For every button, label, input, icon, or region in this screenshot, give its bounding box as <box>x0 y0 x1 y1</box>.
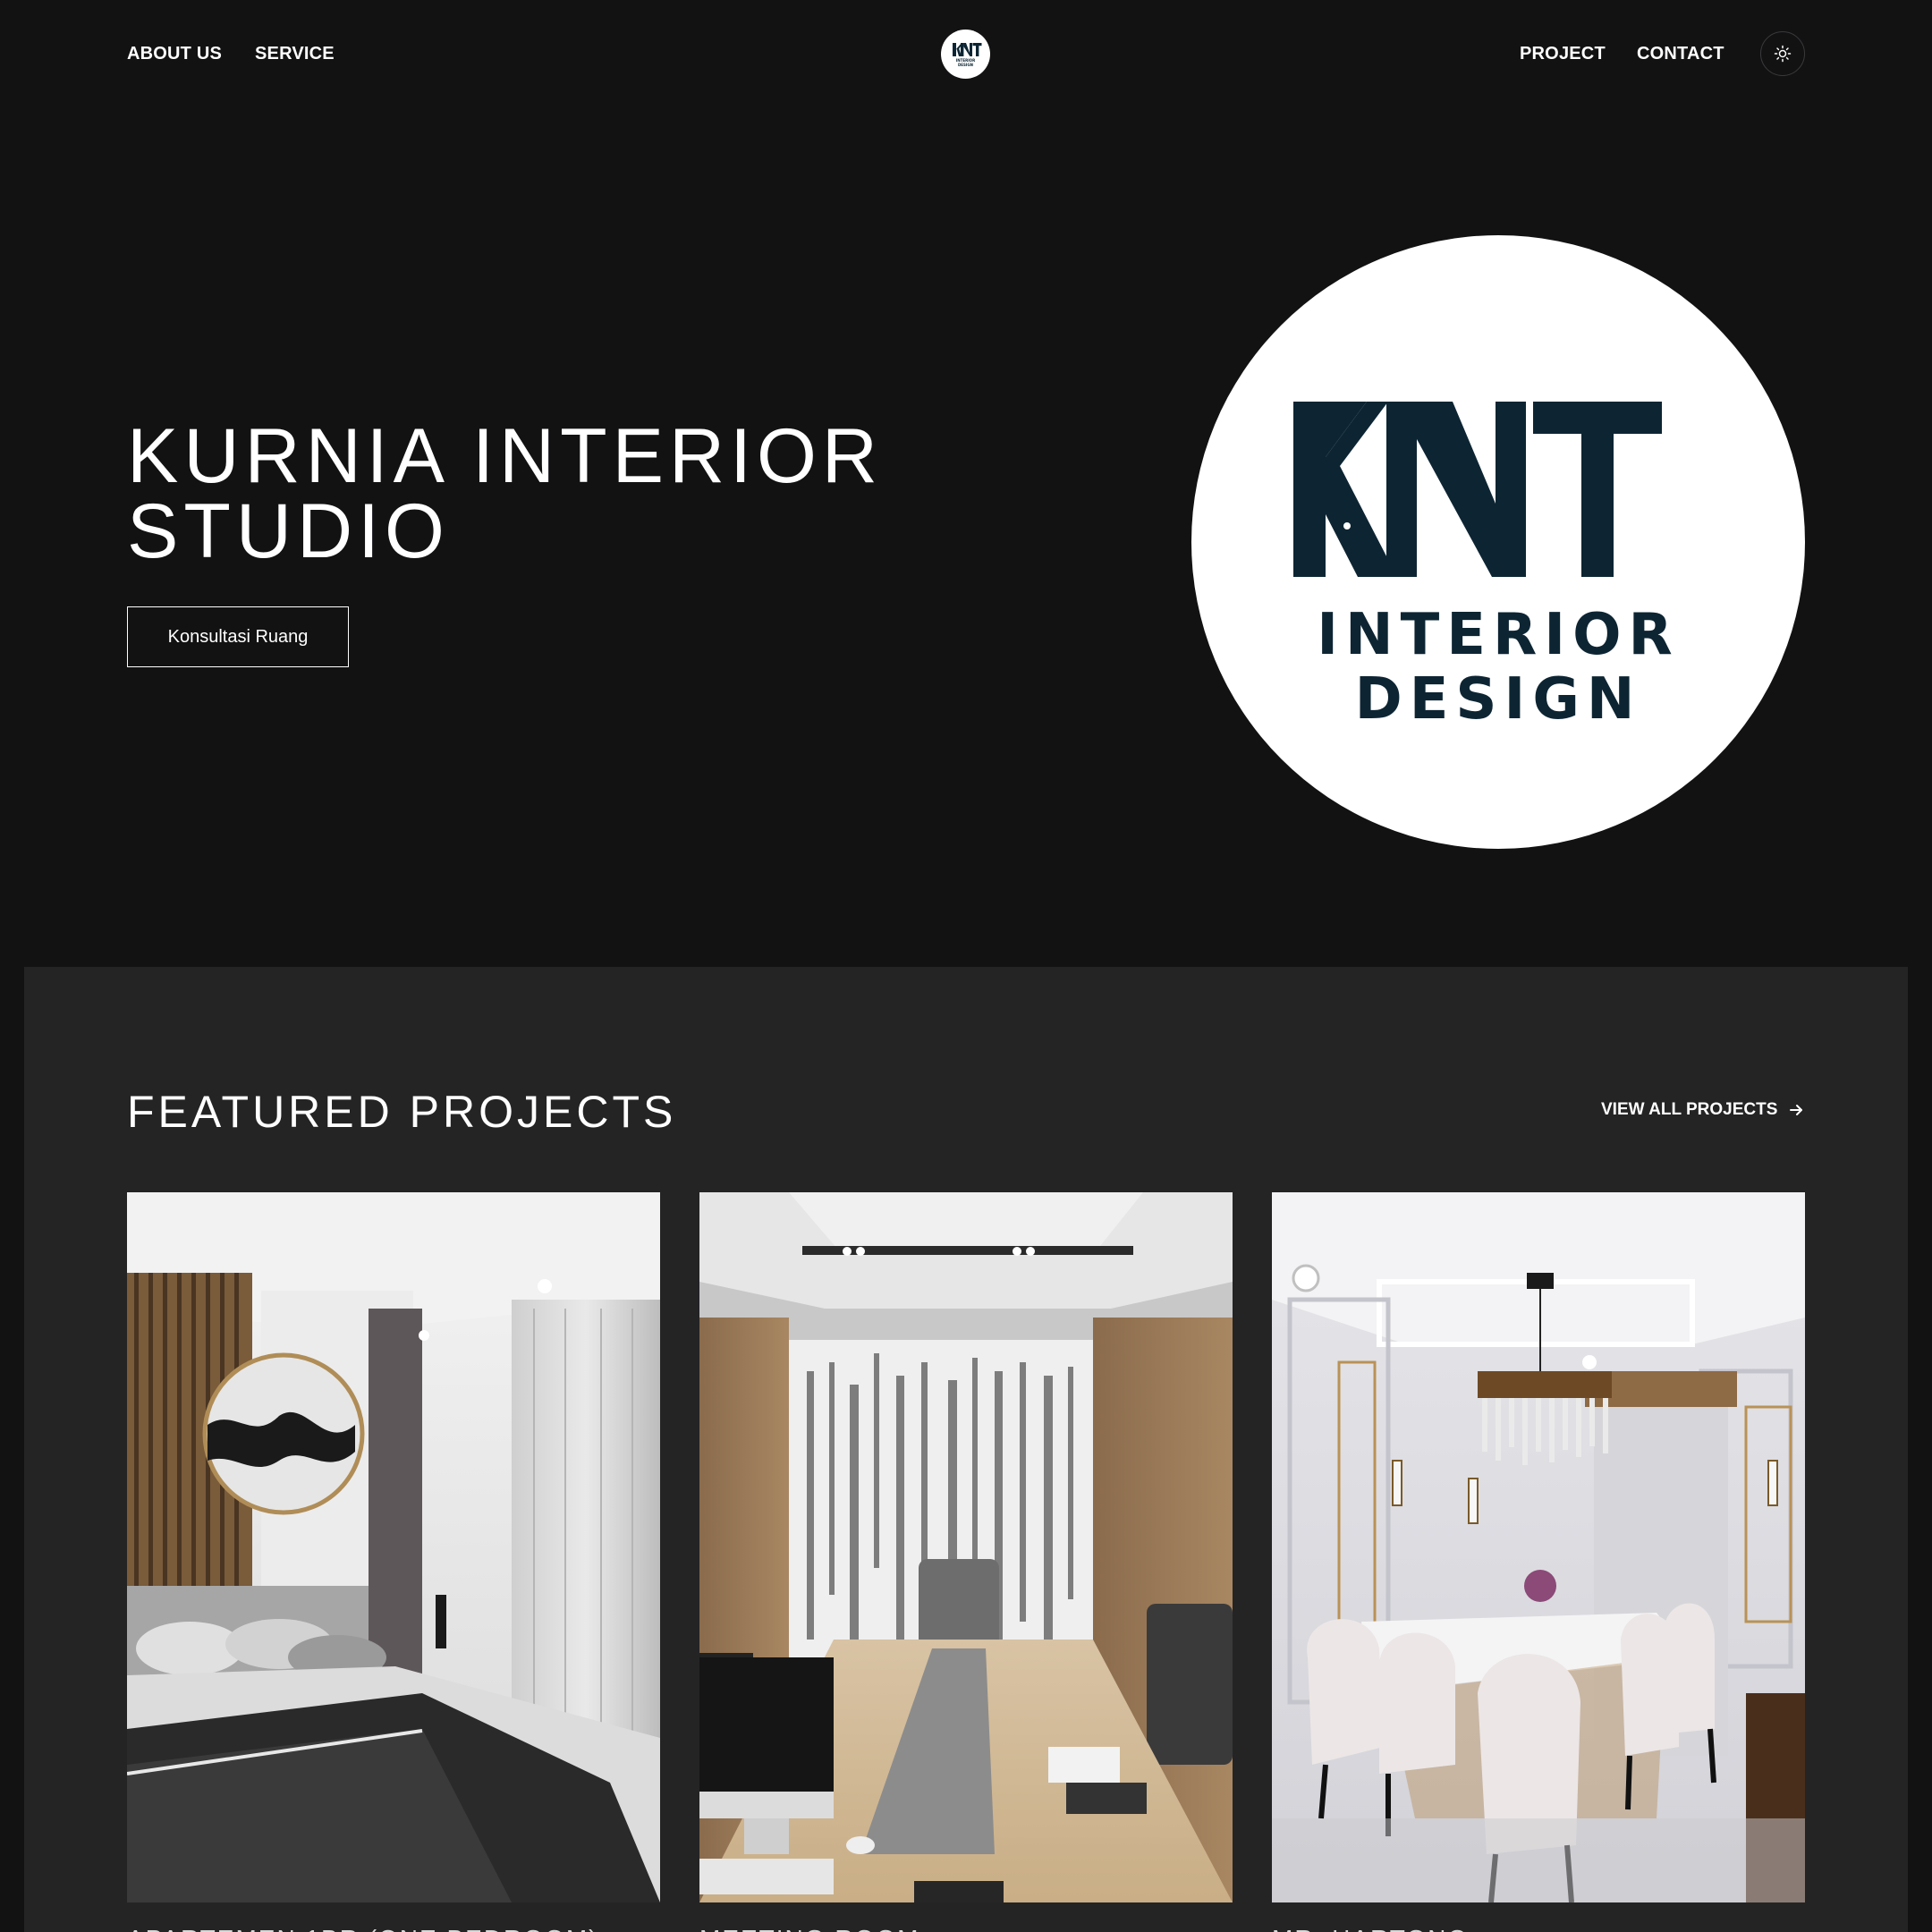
hero-logo-design: DESIGN <box>1355 666 1642 733</box>
hero-title-line-1: KURNIA INTERIOR <box>127 413 883 499</box>
featured-projects-title: FEATURED PROJECTS <box>127 1087 677 1137</box>
arrow-right-icon <box>1790 1105 1803 1115</box>
featured-projects-section: FEATURED PROJECTS VIEW ALL PROJECTS <box>24 967 1908 1932</box>
hero-logo: INTERIOR DESIGN <box>1191 235 1805 849</box>
project-title: MEETING ROOM <box>699 1924 1233 1932</box>
view-all-projects-link[interactable]: VIEW ALL PROJECTS <box>1601 1099 1804 1121</box>
nav-logo[interactable]: INTERIOR DESIGN <box>941 30 990 79</box>
knt-logo-large: INTERIOR DESIGN <box>1293 402 1680 733</box>
project-title: MR. HARTONO <box>1272 1924 1805 1932</box>
nav-link-service[interactable]: SERVICE <box>255 43 335 64</box>
project-image-meeting-room[interactable] <box>699 1192 1233 1902</box>
logo-text-design: DESIGN <box>958 63 973 67</box>
theme-toggle-button[interactable] <box>1760 31 1805 76</box>
top-nav: ABOUT US SERVICE INTERIOR DESIGN PROJECT… <box>0 0 1932 109</box>
project-card[interactable]: MR. HARTONO <box>1272 1192 1805 1932</box>
consultation-button[interactable]: Konsultasi Ruang <box>127 606 349 667</box>
nav-link-project[interactable]: PROJECT <box>1520 43 1606 64</box>
view-all-label: VIEW ALL PROJECTS <box>1601 1100 1778 1119</box>
project-image-dining-room[interactable] <box>1272 1192 1805 1902</box>
project-card[interactable]: MEETING ROOM <box>699 1192 1233 1932</box>
sun-icon <box>1774 45 1792 63</box>
hero-logo-interior: INTERIOR <box>1317 602 1680 668</box>
project-image-bedroom[interactable] <box>127 1192 660 1902</box>
hero-title-line-2: STUDIO <box>127 488 450 574</box>
hero-title: KURNIA INTERIOR STUDIO <box>127 413 932 574</box>
knt-logo-icon: INTERIOR DESIGN <box>953 43 982 67</box>
project-title: APARTEMEN 1BR (ONE BEDROOM) <box>127 1924 660 1932</box>
nav-link-contact[interactable]: CONTACT <box>1637 43 1724 64</box>
nav-link-about-us[interactable]: ABOUT US <box>127 43 222 64</box>
project-card[interactable]: APARTEMEN 1BR (ONE BEDROOM) <box>127 1192 660 1932</box>
